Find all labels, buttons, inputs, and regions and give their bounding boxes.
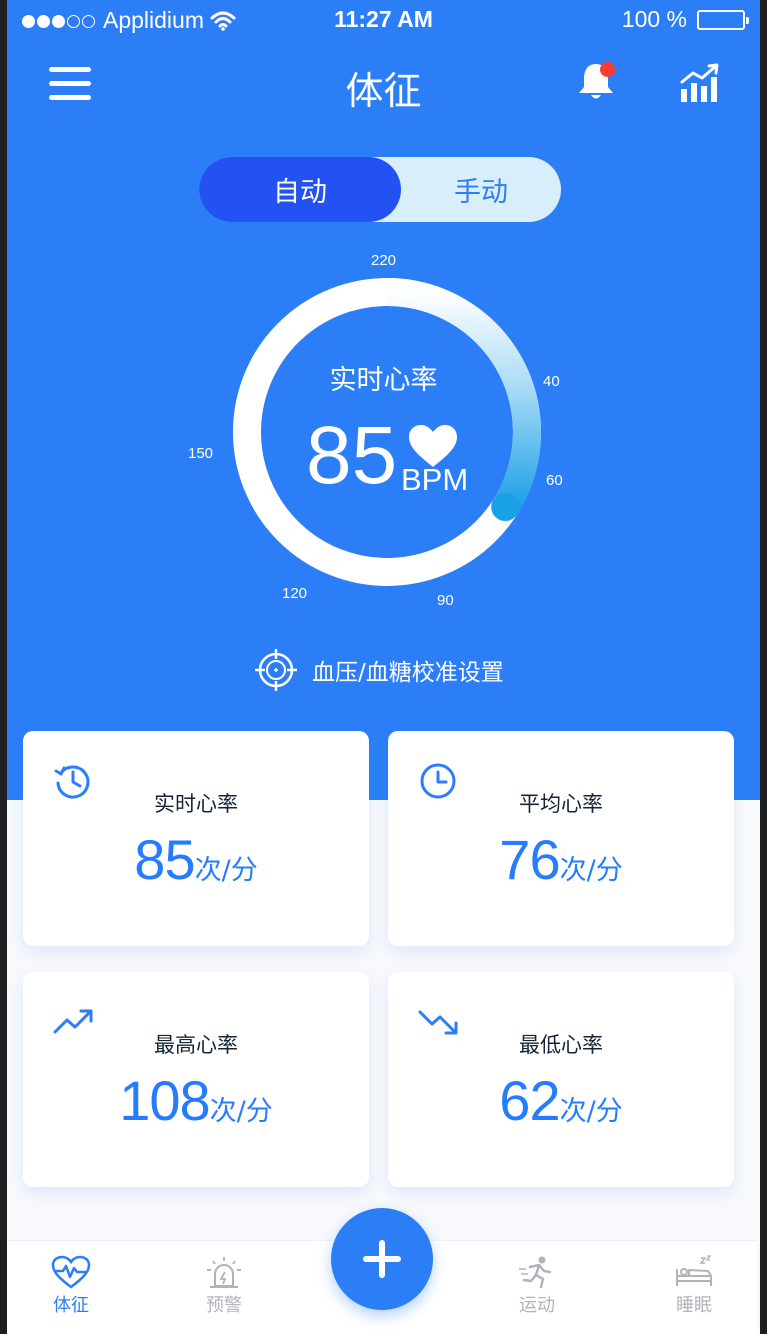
card-value-unit: 次/分 <box>209 1096 273 1127</box>
tab-label: 运动 <box>519 1295 555 1316</box>
runner-icon <box>519 1256 552 1289</box>
status-bar: Applidium 11:27 AM 100 % <box>0 0 767 40</box>
mode-toggle: 自动 手动 <box>199 157 561 222</box>
card-value-unit: 次/分 <box>194 855 258 886</box>
left-frame <box>0 0 7 1334</box>
crosshair-icon <box>255 649 297 691</box>
card-title: 最高心率 <box>154 1033 238 1057</box>
card-max-heart-rate[interactable]: 最高心率 108次/分 <box>23 972 369 1187</box>
gauge-label: 实时心率 <box>329 365 438 396</box>
gauge-tick: 150 <box>188 445 214 462</box>
tab-sleep[interactable]: 睡眠 <box>649 1255 739 1317</box>
gauge-tick: 60 <box>546 472 563 489</box>
heart-pulse-icon <box>51 1255 91 1289</box>
card-value-unit: 次/分 <box>559 1096 623 1127</box>
tab-label: 体征 <box>53 1295 89 1316</box>
card-title: 平均心率 <box>519 792 603 816</box>
bar-chart-icon[interactable] <box>679 63 719 103</box>
gauge-knob <box>491 493 520 522</box>
tab-alerts[interactable]: 预警 <box>179 1255 269 1317</box>
card-value: 62次/分 <box>388 1068 734 1133</box>
gauge-tick: 220 <box>371 252 397 269</box>
card-value-number: 85 <box>134 828 195 891</box>
card-title: 实时心率 <box>154 792 238 816</box>
tab-label: 睡眠 <box>676 1295 712 1316</box>
card-value-number: 108 <box>119 1069 210 1132</box>
battery-icon <box>697 9 749 30</box>
card-value-unit: 次/分 <box>559 855 623 886</box>
card-value-number: 76 <box>499 828 560 891</box>
battery-percent: 100 % <box>621 6 687 32</box>
gauge-unit: BPM <box>401 462 469 497</box>
calibrate-settings-link[interactable]: 血压/血糖校准设置 <box>254 647 504 693</box>
gauge-tick: 120 <box>282 585 308 602</box>
tab-label: 预警 <box>206 1295 242 1316</box>
page-title: 体征 <box>345 69 422 113</box>
toggle-manual-button[interactable]: 手动 <box>401 157 561 222</box>
card-value: 108次/分 <box>23 1068 369 1133</box>
tab-vitals[interactable]: 体征 <box>26 1255 116 1317</box>
card-min-heart-rate[interactable]: 最低心率 62次/分 <box>388 972 734 1187</box>
gauge-value: 85 <box>306 410 398 501</box>
tab-exercise[interactable]: 运动 <box>492 1255 582 1317</box>
gauge-tick: 90 <box>437 592 454 609</box>
add-button[interactable] <box>331 1208 433 1310</box>
card-value: 76次/分 <box>388 827 734 892</box>
notification-badge <box>600 62 615 77</box>
toggle-auto-button[interactable]: 自动 <box>199 157 401 222</box>
right-frame <box>760 0 767 1334</box>
card-realtime-heart-rate[interactable]: 实时心率 85次/分 <box>23 731 369 946</box>
calibrate-label: 血压/血糖校准设置 <box>312 660 504 686</box>
alarm-light-icon <box>207 1257 241 1288</box>
bed-icon <box>676 1255 712 1286</box>
card-title: 最低心率 <box>519 1033 603 1057</box>
card-average-heart-rate[interactable]: 平均心率 76次/分 <box>388 731 734 946</box>
card-value-number: 62 <box>499 1069 560 1132</box>
card-value: 85次/分 <box>23 827 369 892</box>
